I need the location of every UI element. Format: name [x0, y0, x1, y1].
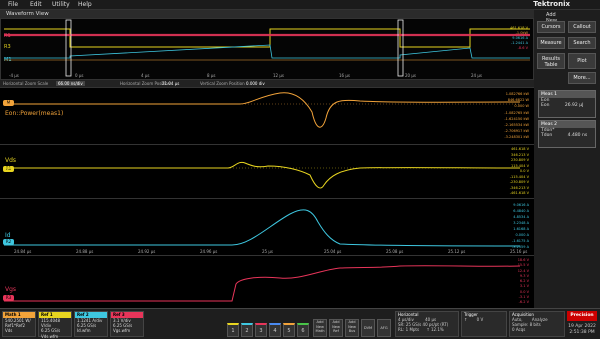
add-new-math-button[interactable]: Add New Math — [313, 319, 327, 337]
ref3-file: Vgs.wfm — [113, 328, 131, 334]
trigger-settings-badge[interactable]: Trigger ↑ 0 V — [461, 311, 507, 337]
overview-zoom-box-1 — [65, 19, 72, 77]
channel-2-button[interactable]: 2 — [241, 323, 253, 337]
search-button[interactable]: Search — [568, 37, 596, 49]
acquisition-settings-badge[interactable]: Acquisition Auto, Analyze Sample: 8 bits… — [509, 311, 565, 337]
results-table-button[interactable]: Results Table — [537, 53, 565, 69]
math1-source: Vds — [5, 328, 13, 334]
afg-button[interactable]: AFG — [377, 319, 391, 337]
bottom-settings-bar: Math 1 540.2501 W/ Ref1*Ref2 Vds Ref 1 1… — [0, 308, 600, 339]
plot-button[interactable]: Plot — [568, 53, 596, 69]
ref2-file: Id.wfm — [77, 328, 91, 334]
date-time: 19 Apr 2022 2:51:38 PM — [567, 324, 597, 336]
vgs-trace — [4, 265, 521, 302]
overview-zoom-box-2 — [397, 19, 404, 77]
cursors-button[interactable]: Cursors — [537, 21, 565, 33]
callout-button[interactable]: Callout — [568, 21, 596, 33]
meas1-title: Meas 1 — [539, 91, 595, 98]
measure-button[interactable]: Measure — [537, 37, 565, 49]
trigger-slope-icon: ↑ — [464, 317, 468, 322]
overview-traces — [4, 19, 530, 77]
channel-5-button[interactable]: 5 — [283, 323, 295, 337]
power-trace — [4, 92, 521, 128]
meas1-param: Eon — [541, 103, 550, 108]
acquisition-count: 0 Acqs — [512, 327, 526, 332]
horizontal-record-length: RL: 1 Mpts — [398, 327, 420, 332]
brand-logo: Tektronix — [533, 0, 570, 8]
meas2-value: 4.480 ns — [567, 133, 588, 138]
more-button[interactable]: More... — [568, 72, 596, 84]
trigger-level: 0 V — [476, 317, 484, 322]
channel-1-button[interactable]: 1 — [227, 323, 239, 337]
math1-badge[interactable]: Math 1 540.2501 W/ Ref1*Ref2 Vds — [2, 311, 36, 337]
overview-ref1-trace — [4, 28, 530, 48]
meas2-param: Tdon — [541, 133, 553, 138]
channel-4-button[interactable]: 4 — [269, 323, 281, 337]
time-label: 2:51:38 PM — [569, 330, 595, 335]
ref3-badge[interactable]: Ref 3 3.1 V/div 6.25 GS/s Vgs.wfm — [110, 311, 144, 337]
side-control-panel: Add New... Cursors Callout Measure Searc… — [534, 10, 600, 308]
channel-3-button[interactable]: 3 — [255, 323, 267, 337]
meas1-badge[interactable]: Meas 1 Eon Eon 26.92 µJ — [538, 90, 596, 118]
horizontal-position: ↑ 12.1% — [426, 327, 444, 332]
ref1-badge[interactable]: Ref 1 115.4048 V/div 6.25 GS/s Vds.wfm — [38, 311, 72, 339]
add-new-ref-button[interactable]: Add New Ref — [329, 319, 343, 337]
dvm-button[interactable]: DVM — [361, 319, 375, 337]
vds-trace — [4, 161, 521, 189]
add-new-bus-button[interactable]: Add New Bus — [345, 319, 359, 337]
ref1-file: Vds.wfm — [41, 333, 59, 339]
channel-6-button[interactable]: 6 — [297, 323, 309, 337]
id-trace — [4, 209, 521, 247]
ref2-badge[interactable]: Ref 2 1.1241 A/div 6.25 GS/s Id.wfm — [74, 311, 108, 337]
meas1-value: 26.92 µJ — [564, 103, 584, 108]
meas2-title: Meas 2 — [539, 121, 595, 128]
precision-button[interactable]: Precision — [567, 311, 597, 321]
ref1-scale: 115.4048 V/div — [41, 318, 61, 329]
horizontal-settings-badge[interactable]: Horizontal 4 µs/div 40 µs SR: 25 GS/s 40… — [395, 311, 459, 337]
waveform-traces — [4, 19, 530, 302]
meas2-badge[interactable]: Meas 2 Tdon* Tdon 4.480 ns — [538, 120, 596, 148]
